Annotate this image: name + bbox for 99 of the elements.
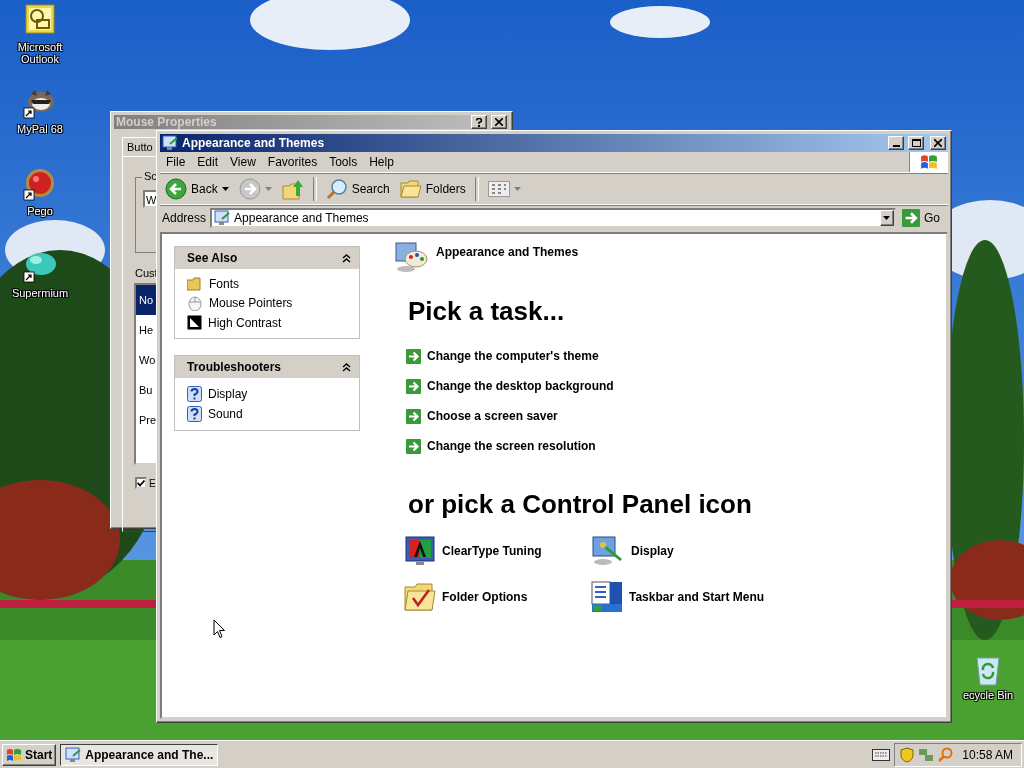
icon-label: Pego <box>26 205 54 217</box>
close-icon <box>934 139 942 147</box>
task-link[interactable]: Choose a screen saver <box>406 401 946 431</box>
folder-icon <box>399 179 422 199</box>
menu-item[interactable]: Tools <box>323 155 364 169</box>
arrow-icon <box>902 209 920 227</box>
arrow-icon <box>406 378 421 394</box>
icon-label: Supermium <box>10 287 70 299</box>
help-button[interactable] <box>471 115 487 129</box>
close-button[interactable] <box>930 136 946 150</box>
ball-icon[interactable] <box>23 168 57 202</box>
list-item[interactable]: Pre <box>136 405 156 435</box>
pane-link[interactable]: Fonts <box>187 277 359 291</box>
task-link[interactable]: Change the desktop background <box>406 371 946 401</box>
arrow-icon <box>406 408 421 424</box>
control-panel-icon <box>65 746 82 763</box>
page-title: Appearance and Themes <box>436 245 579 259</box>
gem-icon[interactable] <box>23 250 57 284</box>
minimize-button[interactable] <box>888 136 904 150</box>
palette-monitor-icon <box>394 240 428 274</box>
monitor-brush-icon[interactable] <box>591 535 625 567</box>
pane-link[interactable]: Display <box>187 386 359 402</box>
control-panel-link[interactable]: Display <box>591 534 791 568</box>
go-button[interactable]: Go <box>900 209 946 227</box>
list-item[interactable]: Bu <box>136 375 156 405</box>
list-item[interactable]: No <box>136 285 156 315</box>
check-icon <box>137 479 145 487</box>
folder-check-icon[interactable] <box>404 582 436 612</box>
control-panel-link[interactable]: Taskbar and Start Menu <box>591 580 791 614</box>
icon-label: Microsoft Outlook <box>16 41 64 65</box>
address-field[interactable]: Appearance and Themes <box>210 208 896 228</box>
pane-title: See Also <box>187 251 238 265</box>
close-icon <box>495 118 503 126</box>
control-panel-link[interactable]: Folder Options <box>404 580 591 614</box>
control-panel-link[interactable]: ClearType Tuning <box>404 534 591 568</box>
heading: Pick a task... <box>408 296 566 327</box>
monitor-icon[interactable] <box>404 535 436 567</box>
recycle-bin-icon[interactable] <box>974 654 1002 686</box>
heading: or pick a Control Panel icon <box>408 489 753 520</box>
menu-item[interactable]: View <box>224 155 262 169</box>
back-icon <box>165 178 187 200</box>
caret-icon <box>883 216 891 220</box>
maximize-button[interactable] <box>908 136 924 150</box>
control-panel-icon <box>162 135 178 151</box>
address-label: Address <box>162 211 207 225</box>
folders-button[interactable]: Folders <box>396 177 469 201</box>
folder-up-icon <box>281 178 304 200</box>
list-label: Cust <box>135 267 158 279</box>
clock: 10:58 AM <box>962 747 1013 762</box>
pane-title: Troubleshooters <box>187 360 281 374</box>
checkbox-label: E <box>149 477 156 489</box>
grid-icon <box>487 181 510 197</box>
pointer-icon <box>213 619 226 639</box>
flag-icon[interactable] <box>920 153 938 171</box>
search-button[interactable]: Search <box>322 176 393 202</box>
folder-icon <box>187 277 203 291</box>
flag-icon[interactable] <box>6 746 22 763</box>
help-icon <box>475 117 483 127</box>
keyboard-icon[interactable] <box>872 748 891 761</box>
window-title: Appearance and Themes <box>182 136 326 150</box>
forward-icon <box>238 178 261 200</box>
back-button[interactable]: Back <box>162 176 232 202</box>
search-icon <box>325 178 348 200</box>
list-item[interactable]: He <box>136 315 156 345</box>
start-button[interactable]: Start <box>2 743 57 766</box>
collapse-icon[interactable] <box>342 253 351 263</box>
help-icon <box>187 406 202 422</box>
maximize-icon <box>911 139 921 147</box>
contrast-icon <box>187 315 202 330</box>
list-item[interactable]: Wo <box>136 345 156 375</box>
taskbar-icon[interactable] <box>591 581 623 613</box>
taskbar-button[interactable]: Appearance and The... <box>60 743 219 766</box>
checkbox[interactable] <box>135 477 147 489</box>
collapse-icon[interactable] <box>342 362 351 372</box>
menu-item[interactable]: Edit <box>191 155 225 169</box>
icon-label: MyPal 68 <box>16 123 64 135</box>
arrow-icon <box>406 438 421 454</box>
pane-link[interactable]: High Contrast <box>187 315 359 330</box>
control-panel-icon <box>214 210 231 226</box>
dropdown-button[interactable] <box>880 210 894 226</box>
mouse-icon <box>187 295 203 311</box>
caret-icon <box>221 187 229 191</box>
caret-icon <box>513 187 521 191</box>
close-button[interactable] <box>491 115 507 129</box>
arrow-icon <box>406 348 421 364</box>
window-title: Mouse Properties <box>116 115 218 129</box>
help-icon <box>187 386 202 402</box>
task-link[interactable]: Change the computer's theme <box>406 341 946 371</box>
menu-item[interactable]: File <box>160 155 192 169</box>
tab[interactable]: Butto <box>122 137 156 157</box>
pane-link[interactable]: Sound <box>187 406 359 422</box>
input-field[interactable]: W <box>143 190 157 208</box>
pane-link[interactable]: Mouse Pointers <box>187 295 359 311</box>
menu-item[interactable]: Favorites <box>261 155 324 169</box>
task-link[interactable]: Change the screen resolution <box>406 431 946 461</box>
caret-icon <box>264 187 272 191</box>
shield-icon[interactable] <box>899 746 916 763</box>
icon-label: ecycle Bin <box>962 689 1014 701</box>
menu-item[interactable]: Help <box>363 155 400 169</box>
